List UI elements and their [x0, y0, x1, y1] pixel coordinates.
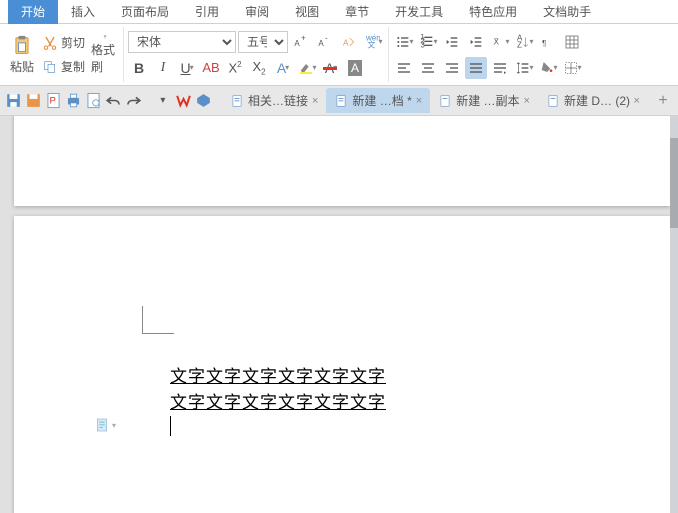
document-canvas[interactable]: 文字文字文字文字文字文字 文字文字文字文字文字文字 ▾ [0, 116, 678, 513]
distribute-button[interactable] [489, 57, 511, 79]
highlight-button[interactable]: ▾ [296, 57, 318, 79]
align-justify-button[interactable] [465, 57, 487, 79]
bullets-button[interactable]: ▾ [393, 31, 415, 53]
svg-text:A: A [294, 39, 300, 48]
borders-button[interactable]: ▾ [561, 57, 583, 79]
close-icon[interactable]: × [416, 95, 422, 107]
line-spacing-button[interactable]: ▾ [513, 57, 535, 79]
menu-special[interactable]: 特色应用 [456, 0, 530, 24]
format-painter-button[interactable]: 格式刷 [91, 35, 119, 75]
doc-tab-2[interactable]: 新建 …档 *× [326, 88, 430, 113]
menu-bar: 开始 插入 页面布局 引用 审阅 视图 章节 开发工具 特色应用 文档助手 [0, 0, 678, 24]
new-tab-button[interactable]: + [652, 90, 674, 112]
saveas-button[interactable] [24, 90, 43, 112]
group-clipboard: 粘贴 剪切 复制 格式刷 [4, 27, 124, 82]
shrink-font-button[interactable]: A- [314, 31, 336, 53]
copy-button[interactable]: 复制 [38, 56, 89, 78]
svg-text:¶: ¶ [542, 39, 546, 48]
export-pdf-button[interactable]: P [44, 90, 63, 112]
textbox-marker [142, 306, 174, 334]
save-button[interactable] [4, 90, 23, 112]
print-button[interactable] [64, 90, 83, 112]
italic-button[interactable]: I [152, 57, 174, 79]
increase-indent-button[interactable] [465, 31, 487, 53]
menu-dev[interactable]: 开发工具 [382, 0, 456, 24]
superscript-button[interactable]: X2 [224, 57, 246, 79]
phonetic-guide-button[interactable]: wén文▾ [362, 31, 384, 53]
menu-layout[interactable]: 页面布局 [108, 0, 182, 24]
document-text[interactable]: 文字文字文字文字文字文字 文字文字文字文字文字文字 [170, 364, 386, 415]
text-line-1[interactable]: 文字文字文字文字文字文字 [170, 364, 386, 390]
font-name-select[interactable]: 宋体 [128, 31, 236, 53]
svg-text:文: 文 [367, 39, 375, 49]
text-effect-button[interactable]: A▾ [272, 57, 294, 79]
doc-tab-3[interactable]: 新建 …副本× [430, 88, 538, 113]
menu-insert[interactable]: 插入 [58, 0, 108, 24]
decrease-indent-button[interactable] [441, 31, 463, 53]
undo-button[interactable] [104, 90, 123, 112]
text-line-2[interactable]: 文字文字文字文字文字文字 [170, 390, 386, 416]
svg-text:A: A [343, 38, 349, 47]
show-marks-button[interactable]: ¶ [537, 31, 559, 53]
quick-toolbar: P ▾ 相关…链接× 新建 …档 *× 新建 …副本× 新建 D… (2)× + [0, 86, 678, 116]
subscript-button[interactable]: X2 [248, 57, 270, 79]
svg-text:A: A [318, 39, 324, 48]
scrollbar-thumb[interactable] [670, 138, 678, 228]
cut-button[interactable]: 剪切 [38, 32, 89, 54]
ribbon: 粘贴 剪切 复制 格式刷 宋体 五号 A+ A- A wén文▾ B I U▾ … [0, 24, 678, 86]
redo-button[interactable] [124, 90, 143, 112]
wps-logo-icon[interactable] [174, 90, 193, 112]
align-center-button[interactable] [417, 57, 439, 79]
svg-text:P: P [50, 96, 56, 107]
underline-button[interactable]: U▾ [176, 57, 198, 79]
close-icon[interactable]: × [312, 95, 318, 107]
text-cursor [170, 416, 171, 436]
strike-button[interactable]: AB [200, 57, 222, 79]
more-button[interactable]: ▾ [154, 90, 173, 112]
char-shading-button[interactable]: A [344, 57, 366, 79]
align-left-button[interactable] [393, 57, 415, 79]
shading-button[interactable]: ▾ [537, 57, 559, 79]
svg-text:-: - [325, 34, 328, 43]
menu-review[interactable]: 审阅 [232, 0, 282, 24]
grow-font-button[interactable]: A+ [290, 31, 312, 53]
document-tabs: 相关…链接× 新建 …档 *× 新建 …副本× 新建 D… (2)× + [222, 88, 674, 113]
close-icon[interactable]: × [524, 95, 530, 107]
page-prev [14, 116, 670, 206]
doc-tab-1[interactable]: 相关…链接× [222, 88, 326, 113]
group-font: 宋体 五号 A+ A- A wén文▾ B I U▾ AB X2 X2 A▾ ▾… [124, 27, 389, 82]
svg-text:Z: Z [517, 40, 522, 49]
menu-ref[interactable]: 引用 [182, 0, 232, 24]
doc-tab-4[interactable]: 新建 D… (2)× [538, 88, 648, 113]
menu-start[interactable]: 开始 [8, 0, 58, 24]
svg-text:+: + [301, 34, 306, 43]
numbering-button[interactable]: 123▾ [417, 31, 439, 53]
font-color-button[interactable]: A▾ [320, 57, 342, 79]
paragraph-options-icon[interactable]: ▾ [94, 416, 116, 434]
asian-layout-button[interactable]: X̄▾ [489, 31, 511, 53]
close-icon[interactable]: × [634, 95, 640, 107]
cloud-icon[interactable] [194, 90, 213, 112]
bold-button[interactable]: B [128, 57, 150, 79]
menu-chapter[interactable]: 章节 [332, 0, 382, 24]
preview-button[interactable] [84, 90, 103, 112]
clear-format-button[interactable]: A [338, 31, 360, 53]
paste-button[interactable]: 粘贴 [8, 35, 36, 75]
svg-text:X̄: X̄ [493, 37, 499, 46]
font-size-select[interactable]: 五号 [238, 31, 288, 53]
page-current[interactable]: 文字文字文字文字文字文字 文字文字文字文字文字文字 ▾ [14, 216, 670, 513]
menu-helper[interactable]: 文档助手 [530, 0, 604, 24]
table-button[interactable] [561, 31, 583, 53]
group-paragraph: ▾ 123▾ X̄▾ AZ▾ ¶ ▾ ▾ ▾ [389, 27, 587, 82]
sort-button[interactable]: AZ▾ [513, 31, 535, 53]
align-right-button[interactable] [441, 57, 463, 79]
menu-view[interactable]: 视图 [282, 0, 332, 24]
